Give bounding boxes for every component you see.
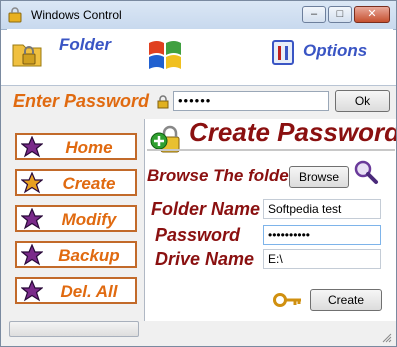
lock-icon (157, 95, 169, 109)
nav-backup-button[interactable]: Backup (15, 241, 137, 268)
browse-folder-label: Browse The folder (147, 166, 289, 185)
drive-name-field[interactable]: E:\ (263, 249, 381, 269)
resize-grip-icon[interactable] (382, 333, 392, 343)
password-input[interactable]: •••••• (173, 91, 329, 111)
sidebar: Home Create Modify Backup Del. All (1, 119, 145, 321)
password-label: Password (155, 225, 241, 245)
star-icon (21, 280, 43, 302)
folder-name-field[interactable]: Softpedia test (263, 199, 381, 219)
nav-home-button[interactable]: Home (15, 133, 137, 160)
window-title: Windows Control (31, 8, 122, 22)
folder-name-label: Folder Name (151, 199, 261, 219)
new-password-field[interactable]: •••••••••• (263, 225, 381, 245)
nav-home-label: Home (65, 138, 113, 157)
nav-modify-label: Modify (61, 210, 117, 229)
magnifier-icon[interactable] (353, 159, 379, 185)
progress-bar (9, 321, 139, 337)
app-icon (8, 7, 22, 23)
app-window: Windows Control – □ ✕ Folder Options Ent… (0, 0, 397, 347)
enter-password-label: Enter Password (13, 91, 150, 111)
folder-lock-icon[interactable] (11, 39, 45, 69)
minimize-button[interactable]: – (302, 6, 326, 23)
star-icon (21, 136, 43, 158)
folder-label[interactable]: Folder (59, 35, 111, 55)
options-icon[interactable] (271, 38, 295, 66)
nav-delete-all-label: Del. All (60, 282, 118, 301)
create-password-title: Create Password (189, 117, 397, 147)
star-icon (21, 244, 43, 266)
maximize-button[interactable]: □ (328, 6, 352, 23)
nav-delete-all-button[interactable]: Del. All (15, 277, 137, 304)
title-bar[interactable]: Windows Control – □ ✕ (1, 1, 396, 30)
title-divider (147, 149, 395, 151)
browse-button[interactable]: Browse (289, 166, 349, 188)
star-icon (21, 172, 43, 194)
star-icon (21, 208, 43, 230)
nav-backup-label: Backup (58, 246, 120, 265)
close-button[interactable]: ✕ (354, 6, 390, 23)
ok-button[interactable]: Ok (335, 90, 390, 112)
nav-create-button[interactable]: Create (15, 169, 137, 196)
create-button[interactable]: Create (310, 289, 382, 311)
drive-name-label: Drive Name (155, 249, 255, 269)
key-icon (273, 293, 301, 307)
windows-logo-icon (149, 41, 181, 69)
options-label[interactable]: Options (303, 41, 367, 61)
nav-create-label: Create (62, 174, 116, 193)
nav-modify-button[interactable]: Modify (15, 205, 137, 232)
